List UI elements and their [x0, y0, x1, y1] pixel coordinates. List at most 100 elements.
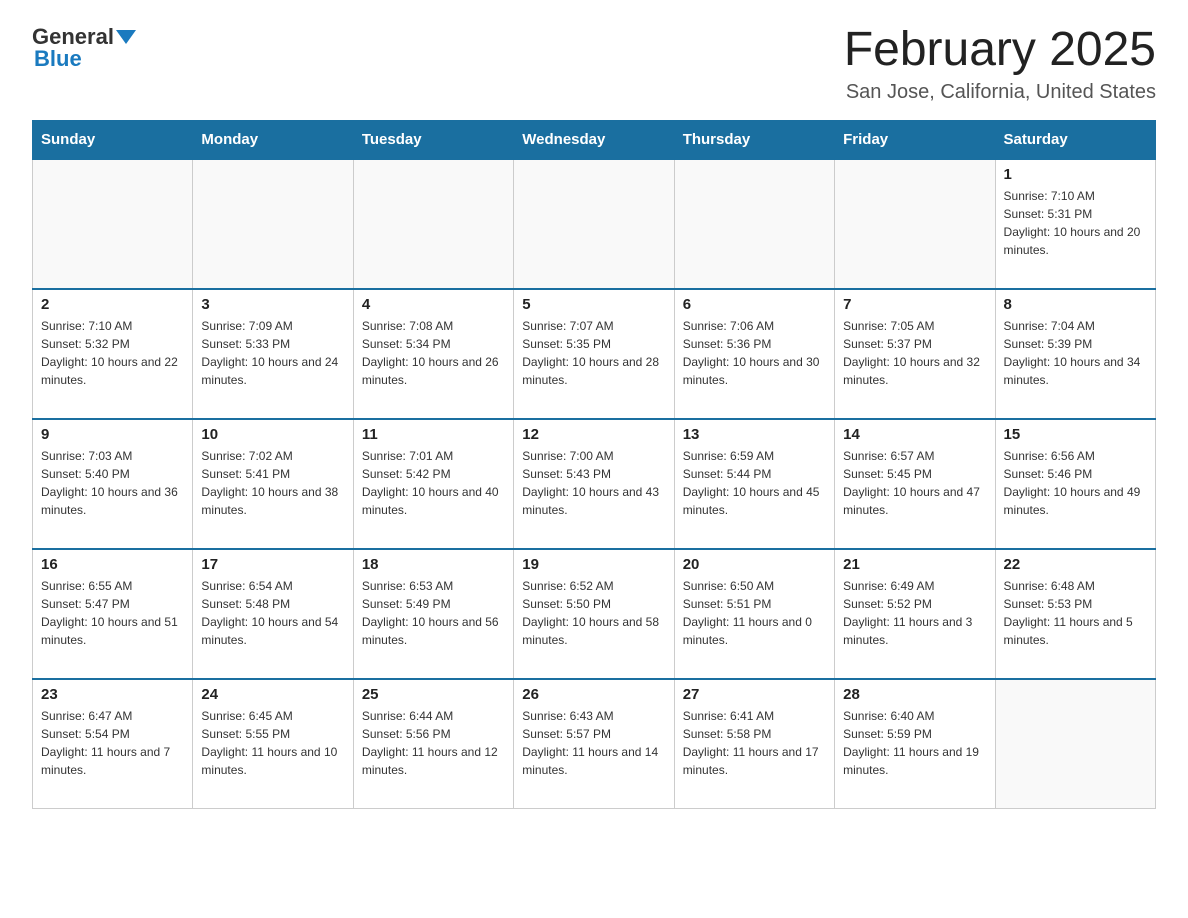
day-info: Sunrise: 6:52 AMSunset: 5:50 PMDaylight:… [522, 577, 665, 649]
day-number: 15 [1004, 426, 1147, 443]
day-number: 4 [362, 296, 505, 313]
calendar-week-row: 2Sunrise: 7:10 AMSunset: 5:32 PMDaylight… [33, 289, 1156, 419]
day-header-wednesday: Wednesday [514, 120, 674, 159]
calendar-day-cell [995, 679, 1155, 809]
day-number: 5 [522, 296, 665, 313]
day-number: 3 [201, 296, 344, 313]
day-info: Sunrise: 7:05 AMSunset: 5:37 PMDaylight:… [843, 317, 986, 389]
title-block: February 2025 San Jose, California, Unit… [844, 24, 1156, 104]
day-info: Sunrise: 6:54 AMSunset: 5:48 PMDaylight:… [201, 577, 344, 649]
calendar-day-cell: 21Sunrise: 6:49 AMSunset: 5:52 PMDayligh… [835, 549, 995, 679]
day-number: 12 [522, 426, 665, 443]
calendar-day-cell: 13 Sunrise: 6:59 AMSunset: 5:44 PMDayligh… [674, 419, 834, 549]
calendar-day-cell: 11 Sunrise: 7:01 AMSunset: 5:42 PMDayligh… [353, 419, 513, 549]
day-header-monday: Monday [193, 120, 353, 159]
calendar-day-cell: 2Sunrise: 7:10 AMSunset: 5:32 PMDaylight… [33, 289, 193, 419]
calendar-day-cell: 16 Sunrise: 6:55 AMSunset: 5:47 PMDayligh… [33, 549, 193, 679]
calendar-day-cell: 22Sunrise: 6:48 AMSunset: 5:53 PMDayligh… [995, 549, 1155, 679]
calendar-day-cell: 23 Sunrise: 6:47 AMSunset: 5:54 PMDayligh… [33, 679, 193, 809]
day-info: Sunrise: 6:45 AMSunset: 5:55 PMDaylight:… [201, 707, 344, 779]
day-number: 9 [41, 426, 184, 443]
day-info: Sunrise: 6:41 AMSunset: 5:58 PMDaylight:… [683, 707, 826, 779]
day-info: Sunrise: 6:49 AMSunset: 5:52 PMDaylight:… [843, 577, 986, 649]
day-number: 6 [683, 296, 826, 313]
day-number: 19 [522, 556, 665, 573]
day-number: 28 [843, 686, 986, 703]
calendar-day-cell [33, 159, 193, 289]
day-number: 22 [1004, 556, 1147, 573]
day-info: Sunrise: 6:50 AMSunset: 5:51 PMDaylight:… [683, 577, 826, 649]
day-header-sunday: Sunday [33, 120, 193, 159]
day-info: Sunrise: 7:10 AMSunset: 5:31 PMDaylight:… [1004, 187, 1147, 259]
day-number: 7 [843, 296, 986, 313]
calendar-day-cell: 20 Sunrise: 6:50 AMSunset: 5:51 PMDayligh… [674, 549, 834, 679]
day-number: 13 [683, 426, 826, 443]
calendar-day-cell: 26 Sunrise: 6:43 AMSunset: 5:57 PMDayligh… [514, 679, 674, 809]
calendar-day-cell [835, 159, 995, 289]
calendar-day-cell: 8 Sunrise: 7:04 AMSunset: 5:39 PMDaylight… [995, 289, 1155, 419]
calendar-header-row: SundayMondayTuesdayWednesdayThursdayFrid… [33, 120, 1156, 159]
day-number: 25 [362, 686, 505, 703]
day-info: Sunrise: 6:43 AMSunset: 5:57 PMDaylight:… [522, 707, 665, 779]
calendar-day-cell: 25 Sunrise: 6:44 AMSunset: 5:56 PMDayligh… [353, 679, 513, 809]
day-number: 1 [1004, 166, 1147, 183]
calendar-day-cell [353, 159, 513, 289]
day-info: Sunrise: 7:07 AMSunset: 5:35 PMDaylight:… [522, 317, 665, 389]
calendar-day-cell: 3 Sunrise: 7:09 AMSunset: 5:33 PMDaylight… [193, 289, 353, 419]
day-number: 27 [683, 686, 826, 703]
day-info: Sunrise: 6:53 AMSunset: 5:49 PMDaylight:… [362, 577, 505, 649]
day-info: Sunrise: 7:08 AMSunset: 5:34 PMDaylight:… [362, 317, 505, 389]
calendar-day-cell: 1 Sunrise: 7:10 AMSunset: 5:31 PMDaylight… [995, 159, 1155, 289]
calendar-week-row: 16 Sunrise: 6:55 AMSunset: 5:47 PMDayligh… [33, 549, 1156, 679]
calendar-day-cell: 5 Sunrise: 7:07 AMSunset: 5:35 PMDaylight… [514, 289, 674, 419]
day-info: Sunrise: 6:47 AMSunset: 5:54 PMDaylight:… [41, 707, 184, 779]
day-number: 23 [41, 686, 184, 703]
day-info: Sunrise: 6:44 AMSunset: 5:56 PMDaylight:… [362, 707, 505, 779]
calendar-week-row: 23 Sunrise: 6:47 AMSunset: 5:54 PMDayligh… [33, 679, 1156, 809]
day-info: Sunrise: 7:09 AMSunset: 5:33 PMDaylight:… [201, 317, 344, 389]
day-info: Sunrise: 7:01 AMSunset: 5:42 PMDaylight:… [362, 447, 505, 519]
day-header-thursday: Thursday [674, 120, 834, 159]
day-info: Sunrise: 7:03 AMSunset: 5:40 PMDaylight:… [41, 447, 184, 519]
calendar-day-cell: 19 Sunrise: 6:52 AMSunset: 5:50 PMDayligh… [514, 549, 674, 679]
calendar-day-cell: 27 Sunrise: 6:41 AMSunset: 5:58 PMDayligh… [674, 679, 834, 809]
calendar-day-cell: 14Sunrise: 6:57 AMSunset: 5:45 PMDayligh… [835, 419, 995, 549]
page-header: General Blue February 2025 San Jose, Cal… [32, 24, 1156, 104]
calendar-day-cell: 4 Sunrise: 7:08 AMSunset: 5:34 PMDaylight… [353, 289, 513, 419]
day-info: Sunrise: 7:10 AMSunset: 5:32 PMDaylight:… [41, 317, 184, 389]
logo: General Blue [32, 24, 138, 72]
day-header-tuesday: Tuesday [353, 120, 513, 159]
day-number: 24 [201, 686, 344, 703]
day-number: 16 [41, 556, 184, 573]
day-info: Sunrise: 7:06 AMSunset: 5:36 PMDaylight:… [683, 317, 826, 389]
day-number: 26 [522, 686, 665, 703]
calendar-week-row: 1 Sunrise: 7:10 AMSunset: 5:31 PMDaylight… [33, 159, 1156, 289]
calendar-day-cell [193, 159, 353, 289]
day-number: 10 [201, 426, 344, 443]
logo-blue-text: Blue [32, 46, 82, 72]
day-info: Sunrise: 7:02 AMSunset: 5:41 PMDaylight:… [201, 447, 344, 519]
day-info: Sunrise: 6:59 AMSunset: 5:44 PMDaylight:… [683, 447, 826, 519]
day-number: 11 [362, 426, 505, 443]
calendar-day-cell: 12Sunrise: 7:00 AMSunset: 5:43 PMDayligh… [514, 419, 674, 549]
day-info: Sunrise: 6:40 AMSunset: 5:59 PMDaylight:… [843, 707, 986, 779]
day-number: 20 [683, 556, 826, 573]
calendar-day-cell: 17 Sunrise: 6:54 AMSunset: 5:48 PMDayligh… [193, 549, 353, 679]
subtitle: San Jose, California, United States [844, 81, 1156, 104]
page-title: February 2025 [844, 24, 1156, 77]
calendar-day-cell: 18 Sunrise: 6:53 AMSunset: 5:49 PMDayligh… [353, 549, 513, 679]
day-number: 8 [1004, 296, 1147, 313]
day-info: Sunrise: 6:57 AMSunset: 5:45 PMDaylight:… [843, 447, 986, 519]
day-number: 18 [362, 556, 505, 573]
calendar-table: SundayMondayTuesdayWednesdayThursdayFrid… [32, 120, 1156, 810]
calendar-day-cell [514, 159, 674, 289]
day-info: Sunrise: 7:04 AMSunset: 5:39 PMDaylight:… [1004, 317, 1147, 389]
calendar-day-cell: 24 Sunrise: 6:45 AMSunset: 5:55 PMDayligh… [193, 679, 353, 809]
day-number: 17 [201, 556, 344, 573]
calendar-day-cell: 9 Sunrise: 7:03 AMSunset: 5:40 PMDaylight… [33, 419, 193, 549]
calendar-day-cell: 10 Sunrise: 7:02 AMSunset: 5:41 PMDayligh… [193, 419, 353, 549]
calendar-day-cell: 15Sunrise: 6:56 AMSunset: 5:46 PMDayligh… [995, 419, 1155, 549]
day-info: Sunrise: 6:55 AMSunset: 5:47 PMDaylight:… [41, 577, 184, 649]
calendar-day-cell [674, 159, 834, 289]
day-header-friday: Friday [835, 120, 995, 159]
